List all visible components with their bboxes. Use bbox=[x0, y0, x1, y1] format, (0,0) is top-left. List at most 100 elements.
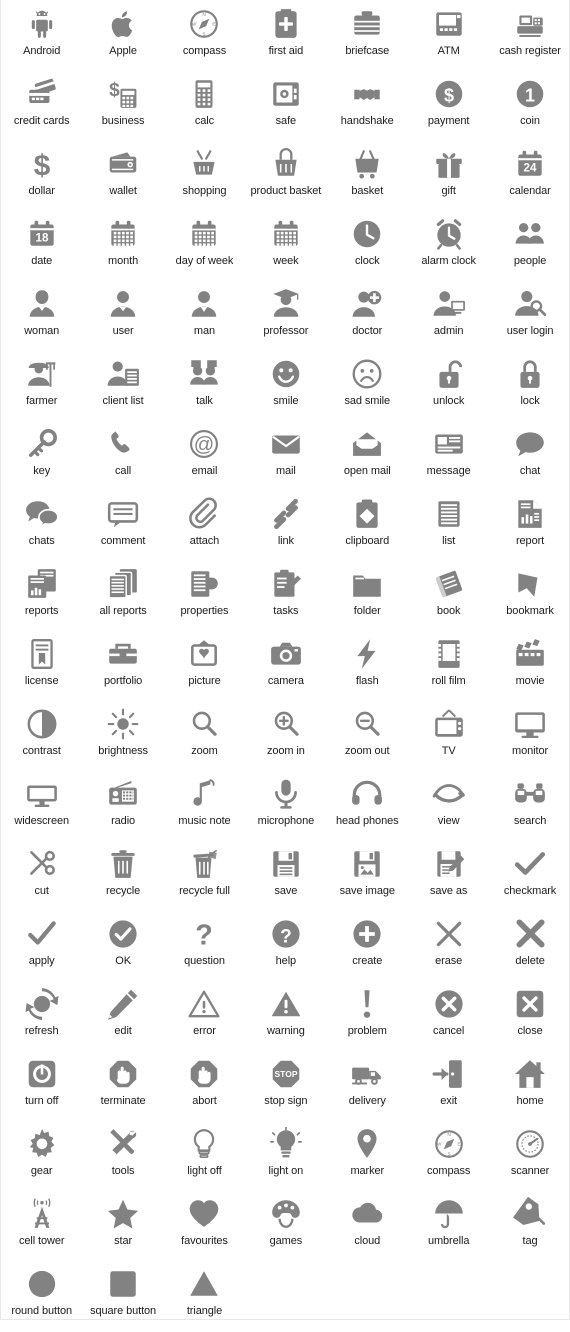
icon-cell-view[interactable]: view bbox=[408, 772, 489, 842]
icon-cell-star[interactable]: star bbox=[82, 1192, 163, 1262]
icon-cell-business[interactable]: $ business bbox=[82, 72, 163, 142]
icon-cell-checkmark[interactable]: checkmark bbox=[489, 842, 570, 912]
icon-cell-bookmark[interactable]: bookmark bbox=[489, 562, 570, 632]
icon-cell-first-aid[interactable]: first aid bbox=[245, 2, 326, 72]
icon-cell-widescreen[interactable]: widescreen bbox=[1, 772, 82, 842]
icon-cell-book[interactable]: book bbox=[408, 562, 489, 632]
icon-cell-compass[interactable]: N S E Wcompass bbox=[164, 2, 245, 72]
icon-cell-coin[interactable]: 1 coin bbox=[489, 72, 570, 142]
icon-cell-people[interactable]: people bbox=[489, 212, 570, 282]
icon-cell-link[interactable]: link bbox=[245, 492, 326, 562]
icon-cell-terminate[interactable]: terminate bbox=[82, 1052, 163, 1122]
icon-cell-compass-2[interactable]: N S E Wcompass bbox=[408, 1122, 489, 1192]
icon-cell-zoom-in[interactable]: zoom in bbox=[245, 702, 326, 772]
icon-cell-create[interactable]: create bbox=[327, 912, 408, 982]
icon-cell-camera[interactable]: camera bbox=[245, 632, 326, 702]
icon-cell-briefcase[interactable]: briefcase bbox=[327, 2, 408, 72]
icon-cell-erase[interactable]: erase bbox=[408, 912, 489, 982]
icon-cell-home[interactable]: home bbox=[489, 1052, 570, 1122]
icon-cell-edit[interactable]: edit bbox=[82, 982, 163, 1052]
icon-cell-admin[interactable]: admin bbox=[408, 282, 489, 352]
icon-cell-warning[interactable]: warning bbox=[245, 982, 326, 1052]
icon-cell-doctor[interactable]: doctor bbox=[327, 282, 408, 352]
icon-cell-dollar[interactable]: $ dollar bbox=[1, 142, 82, 212]
icon-cell-radio[interactable]: radio bbox=[82, 772, 163, 842]
icon-cell-email[interactable]: @ email bbox=[164, 422, 245, 492]
icon-cell-month[interactable]: month bbox=[82, 212, 163, 282]
icon-cell-question[interactable]: ? question bbox=[164, 912, 245, 982]
icon-cell-android[interactable]: Android bbox=[1, 2, 82, 72]
icon-cell-marker[interactable]: marker bbox=[327, 1122, 408, 1192]
icon-cell-monitor[interactable]: monitor bbox=[489, 702, 570, 772]
icon-cell-delivery[interactable]: delivery bbox=[327, 1052, 408, 1122]
icon-cell-contrast[interactable]: contrast bbox=[1, 702, 82, 772]
icon-cell-cut[interactable]: cut bbox=[1, 842, 82, 912]
icon-cell-handshake[interactable]: handshake bbox=[327, 72, 408, 142]
icon-cell-delete[interactable]: delete bbox=[489, 912, 570, 982]
icon-cell-tv[interactable]: TV bbox=[408, 702, 489, 772]
icon-cell-sad-smile[interactable]: sad smile bbox=[327, 352, 408, 422]
icon-cell-professor[interactable]: professor bbox=[245, 282, 326, 352]
icon-cell-error[interactable]: error bbox=[164, 982, 245, 1052]
icon-cell-week[interactable]: week bbox=[245, 212, 326, 282]
icon-cell-clipboard[interactable]: clipboard bbox=[327, 492, 408, 562]
icon-cell-refresh[interactable]: refresh bbox=[1, 982, 82, 1052]
icon-cell-farmer[interactable]: farmer bbox=[1, 352, 82, 422]
icon-cell-folder[interactable]: folder bbox=[327, 562, 408, 632]
icon-cell-cancel[interactable]: cancel bbox=[408, 982, 489, 1052]
icon-cell-call[interactable]: call bbox=[82, 422, 163, 492]
icon-cell-search[interactable]: search bbox=[489, 772, 570, 842]
icon-cell-tag[interactable]: tag bbox=[489, 1192, 570, 1262]
icon-cell-chat[interactable]: chat bbox=[489, 422, 570, 492]
icon-cell-microphone[interactable]: microphone bbox=[245, 772, 326, 842]
icon-cell-gift[interactable]: gift bbox=[408, 142, 489, 212]
icon-cell-date[interactable]: 18 date bbox=[1, 212, 82, 282]
icon-cell-apple[interactable]: Apple bbox=[82, 2, 163, 72]
icon-cell-calendar[interactable]: 24 calendar bbox=[489, 142, 570, 212]
icon-cell-roll-film[interactable]: roll film bbox=[408, 632, 489, 702]
icon-cell-all-reports[interactable]: all reports bbox=[82, 562, 163, 632]
icon-cell-flash[interactable]: flash bbox=[327, 632, 408, 702]
icon-cell-triangle[interactable]: triangle bbox=[164, 1262, 245, 1332]
icon-cell-talk[interactable]: talk bbox=[164, 352, 245, 422]
icon-cell-cash-register[interactable]: cash register bbox=[489, 2, 570, 72]
icon-cell-clock[interactable]: clock bbox=[327, 212, 408, 282]
icon-cell-credit-cards[interactable]: credit cards bbox=[1, 72, 82, 142]
icon-cell-message[interactable]: message bbox=[408, 422, 489, 492]
icon-cell-wallet[interactable]: wallet bbox=[82, 142, 163, 212]
icon-cell-payment[interactable]: $ payment bbox=[408, 72, 489, 142]
icon-cell-atm[interactable]: ATM bbox=[408, 2, 489, 72]
icon-cell-save-image[interactable]: save image bbox=[327, 842, 408, 912]
icon-cell-recycle[interactable]: recycle bbox=[82, 842, 163, 912]
icon-cell-shopping[interactable]: shopping bbox=[164, 142, 245, 212]
icon-cell-calc[interactable]: calc bbox=[164, 72, 245, 142]
icon-cell-user-login[interactable]: user login bbox=[489, 282, 570, 352]
icon-cell-exit[interactable]: exit bbox=[408, 1052, 489, 1122]
icon-cell-smile[interactable]: smile bbox=[245, 352, 326, 422]
icon-cell-light-on[interactable]: light on bbox=[245, 1122, 326, 1192]
icon-cell-portfolio[interactable]: portfolio bbox=[82, 632, 163, 702]
icon-cell-apply[interactable]: apply bbox=[1, 912, 82, 982]
icon-cell-recycle-full[interactable]: recycle full bbox=[164, 842, 245, 912]
icon-cell-round-button[interactable]: round button bbox=[1, 1262, 82, 1332]
icon-cell-woman[interactable]: woman bbox=[1, 282, 82, 352]
icon-cell-light-off[interactable]: light off bbox=[164, 1122, 245, 1192]
icon-cell-cell-tower[interactable]: cell tower bbox=[1, 1192, 82, 1262]
icon-cell-favourites[interactable]: favourites bbox=[164, 1192, 245, 1262]
icon-cell-ok[interactable]: OK bbox=[82, 912, 163, 982]
icon-cell-gear[interactable]: gear bbox=[1, 1122, 82, 1192]
icon-cell-reports[interactable]: reports bbox=[1, 562, 82, 632]
icon-cell-save[interactable]: save bbox=[245, 842, 326, 912]
icon-cell-lock[interactable]: lock bbox=[489, 352, 570, 422]
icon-cell-movie[interactable]: movie bbox=[489, 632, 570, 702]
icon-cell-save-as[interactable]: save as bbox=[408, 842, 489, 912]
icon-cell-stop-sign[interactable]: STOP stop sign bbox=[245, 1052, 326, 1122]
icon-cell-report[interactable]: report bbox=[489, 492, 570, 562]
icon-cell-license[interactable]: license bbox=[1, 632, 82, 702]
icon-cell-close[interactable]: close bbox=[489, 982, 570, 1052]
icon-cell-open-mail[interactable]: open mail bbox=[327, 422, 408, 492]
icon-cell-turn-off[interactable]: turn off bbox=[1, 1052, 82, 1122]
icon-cell-basket[interactable]: basket bbox=[327, 142, 408, 212]
icon-cell-attach[interactable]: attach bbox=[164, 492, 245, 562]
icon-cell-mail[interactable]: mail bbox=[245, 422, 326, 492]
